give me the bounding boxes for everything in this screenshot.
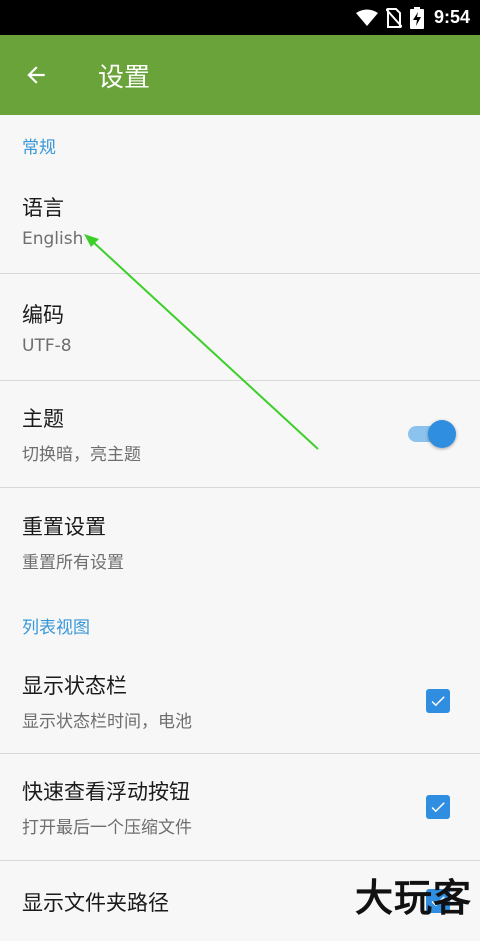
switch-thumb [428,420,456,448]
pref-title: 重置设置 [22,514,106,539]
pref-summary: 打开最后一个压缩文件 [22,818,192,838]
wifi-icon [355,9,378,27]
watermark-logo: 大玩客 [354,875,472,920]
pref-summary: 显示状态栏时间，电池 [22,711,192,732]
status-time: 9:54 [433,7,470,27]
pref-title: 显示状态栏 [22,673,127,698]
app-bar: 设置 [0,35,480,115]
battery-charging-icon [409,6,424,29]
pref-encoding[interactable]: 编码 UTF-8 [0,274,480,381]
pref-theme[interactable]: 主题 切换暗，亮主题 [0,381,480,488]
pref-show-status-bar[interactable]: 显示状态栏 显示状态栏时间，电池 [0,648,480,754]
section-header-general: 常规 [22,138,56,158]
theme-switch[interactable] [406,419,456,449]
pref-title: 快速查看浮动按钮 [22,780,190,804]
pref-summary: English [22,229,84,249]
check-icon [431,695,445,706]
quick-view-checkbox[interactable] [426,795,450,819]
pref-summary: UTF-8 [22,335,72,356]
pref-title: 编码 [22,302,64,327]
back-button[interactable] [0,35,72,115]
arrow-left-icon [27,66,45,84]
pref-quick-view-fab[interactable]: 快速查看浮动按钮 打开最后一个压缩文件 [0,754,480,861]
settings-list: 常规 语言 English 编码 UTF-8 主题 切换暗，亮主题 重置设置 重… [0,115,480,941]
status-bar-checkbox[interactable] [426,688,450,713]
section-header-list-view: 列表视图 [22,618,90,638]
page-title: 设置 [98,62,151,93]
pref-reset-settings[interactable]: 重置设置 重置所有设置 [0,488,480,595]
no-sim-icon [385,7,402,28]
status-bar: 9:54 [0,0,480,35]
pref-summary: 重置所有设置 [22,552,124,573]
check-icon [431,802,445,813]
pref-title: 语言 [22,196,64,220]
pref-language[interactable]: 语言 English [0,168,480,274]
